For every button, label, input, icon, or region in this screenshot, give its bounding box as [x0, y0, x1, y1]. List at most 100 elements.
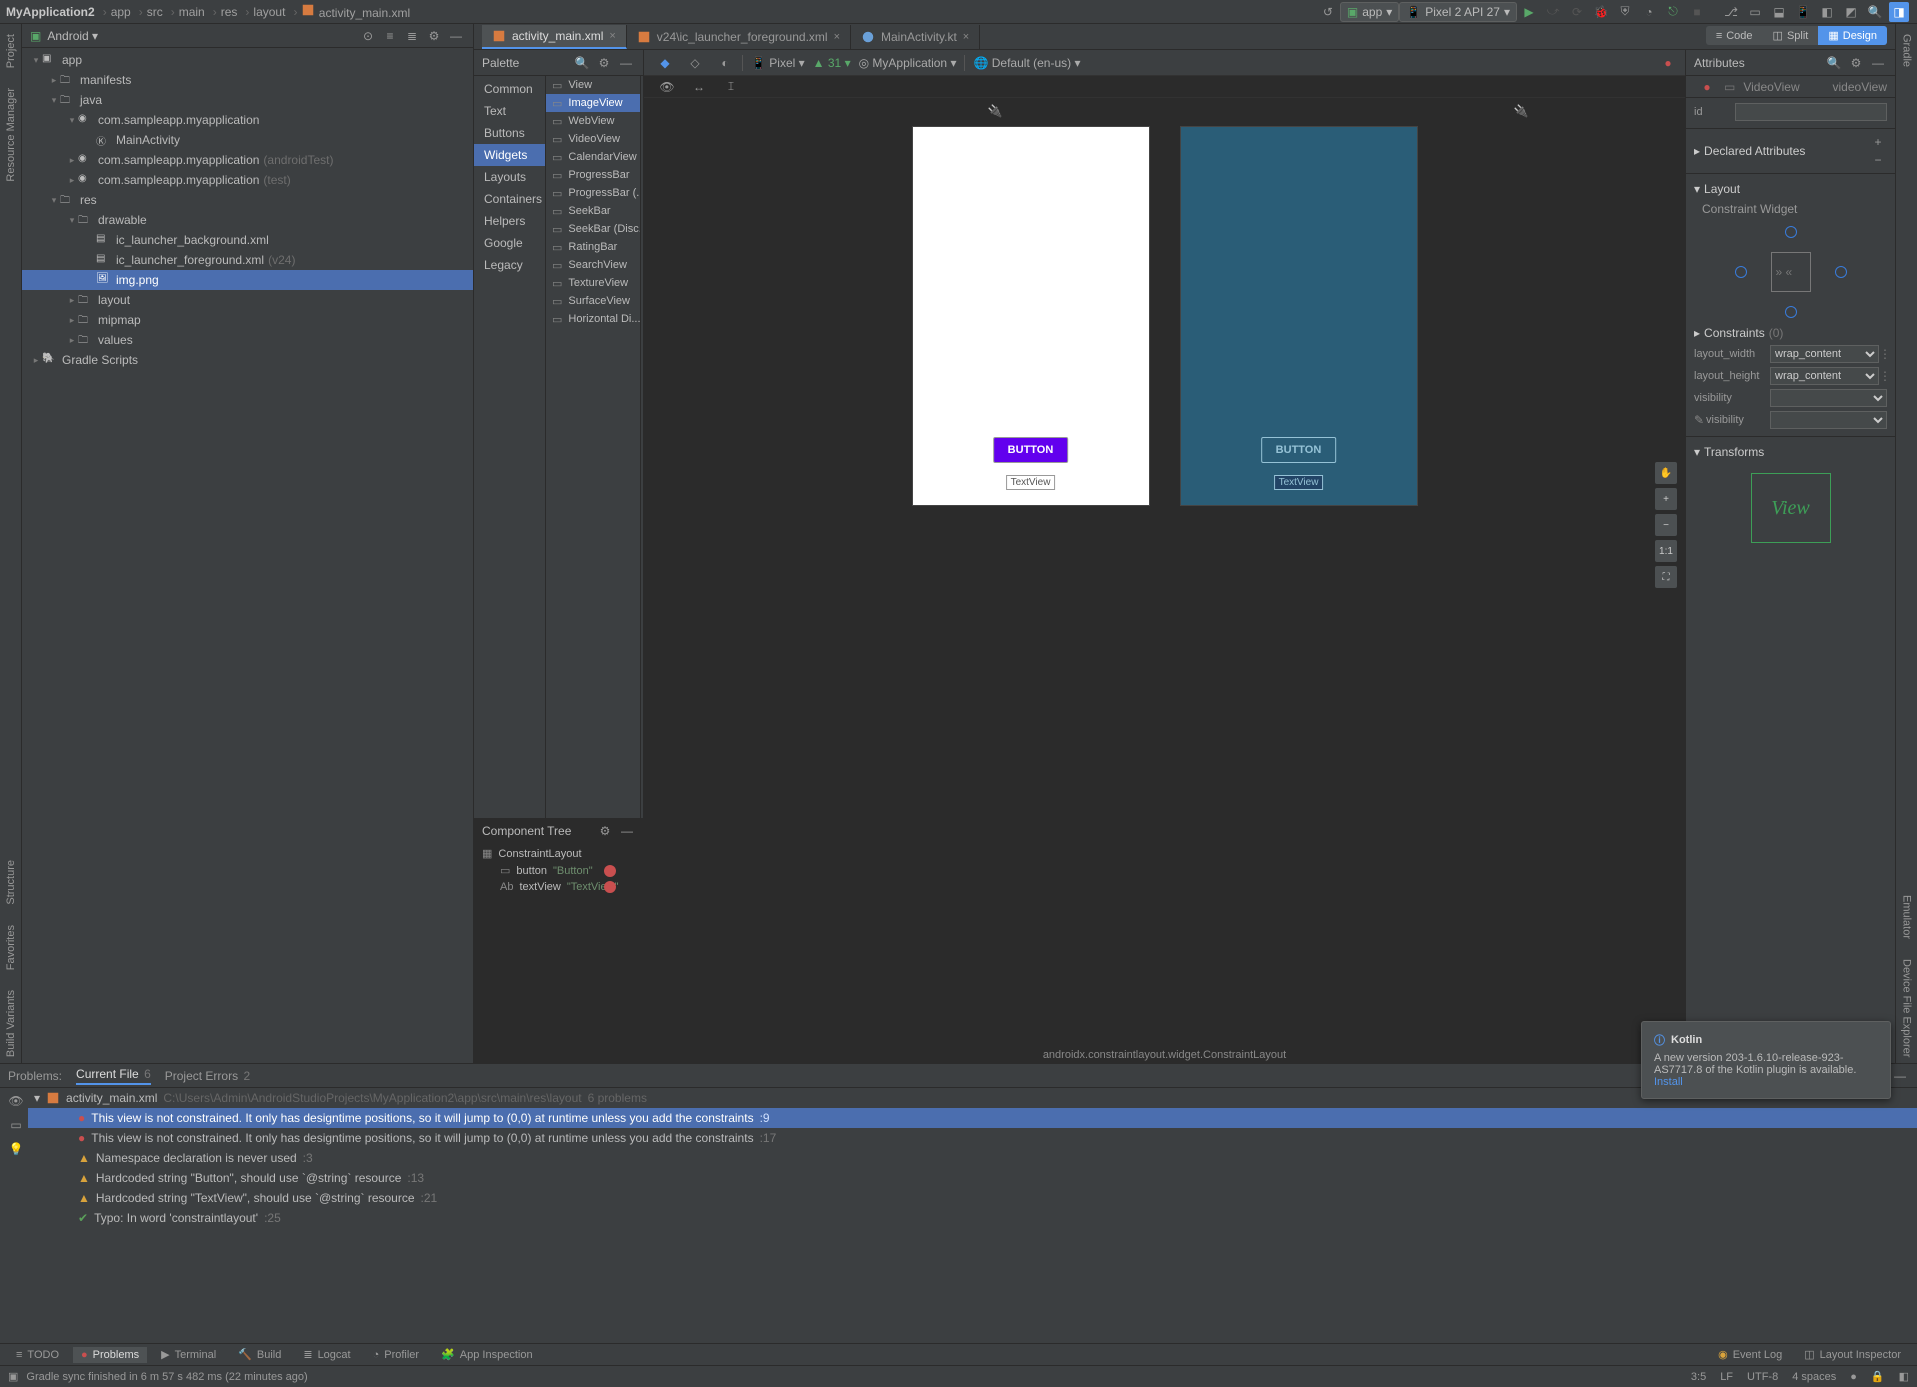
design-surface[interactable]: BUTTON TextView — [912, 126, 1150, 506]
preview-button[interactable]: BUTTON — [993, 437, 1069, 463]
problem-item[interactable]: ✔ Typo: In word 'constraintlayout' :25 — [28, 1208, 1917, 1228]
night-mode-icon[interactable]: ◐ — [716, 54, 734, 72]
palette-category[interactable]: Widgets — [474, 144, 545, 166]
palette-category[interactable]: Layouts — [474, 166, 545, 188]
problem-item[interactable]: ▲ Hardcoded string "Button", should use … — [28, 1168, 1917, 1188]
status-dot-icon[interactable]: ● — [1850, 1371, 1857, 1383]
breadcrumb-item[interactable]: layout — [253, 5, 285, 19]
palette-widget-item[interactable]: ▭ImageView — [546, 94, 640, 112]
palette-category[interactable]: Google — [474, 232, 545, 254]
project-tree-item[interactable]: ▸◉com.sampleapp.myapplication(test) — [22, 170, 473, 190]
theme-picker[interactable]: ◎ MyApplication ▾ — [859, 56, 957, 70]
eye-icon[interactable]: 👁 — [7, 1092, 25, 1110]
project-tree-item[interactable]: ▸🗀mipmap — [22, 310, 473, 330]
problems-tab[interactable]: ● Problems — [73, 1347, 147, 1363]
project-tool-window-tab[interactable]: Project — [3, 28, 19, 74]
device-select[interactable]: 📱Pixel 2 API 27 ▾ — [1399, 2, 1517, 22]
profiler-tab[interactable]: ◔ Profiler — [365, 1347, 428, 1363]
coverage-icon[interactable]: ⛨ — [1615, 2, 1635, 22]
attach-icon[interactable]: ⎋ — [1663, 2, 1683, 22]
palette-widget-item[interactable]: ▭SearchView — [546, 256, 640, 274]
palette-widget-item[interactable]: ▭SeekBar — [546, 202, 640, 220]
profiler-icon[interactable]: ◔ — [1639, 2, 1659, 22]
hide-icon[interactable]: — — [618, 822, 636, 840]
attr-select-visibility[interactable] — [1770, 389, 1887, 407]
editor-tab[interactable]: v24\ic_launcher_foreground.xml× — [627, 25, 851, 49]
palette-category[interactable]: Buttons — [474, 122, 545, 144]
app-inspection-tab[interactable]: 🧩 App Inspection — [433, 1346, 540, 1363]
preview-button-blueprint[interactable]: BUTTON — [1261, 437, 1337, 463]
pan-icon[interactable]: ↔ — [690, 78, 708, 96]
problem-item[interactable]: ● This view is not constrained. It only … — [28, 1108, 1917, 1128]
palette-widget-item[interactable]: ▭CalendarView — [546, 148, 640, 166]
resource-manager-icon[interactable]: ◧ — [1817, 2, 1837, 22]
structure-tab[interactable]: Structure — [3, 854, 19, 911]
eye-icon[interactable]: 👁 — [658, 78, 676, 96]
error-indicator-icon[interactable]: ● — [1698, 78, 1716, 96]
breadcrumb-item[interactable]: main — [179, 5, 205, 19]
device-picker[interactable]: 📱 Pixel ▾ — [751, 56, 805, 70]
debug-icon[interactable]: 🐞 — [1591, 2, 1611, 22]
view-mode-design[interactable]: ▦ Design — [1818, 26, 1887, 45]
project-tree-item[interactable]: ▾🗀drawable — [22, 210, 473, 230]
breadcrumb-item[interactable]: app — [111, 5, 131, 19]
close-icon[interactable]: × — [609, 30, 615, 42]
problem-item[interactable]: ▲ Namespace declaration is never used :3 — [28, 1148, 1917, 1168]
project-tree-item[interactable]: ▾◉com.sampleapp.myapplication — [22, 110, 473, 130]
gear-icon[interactable]: ⚙ — [595, 54, 613, 72]
emulator-tab[interactable]: Emulator — [1899, 889, 1915, 945]
project-tree-item[interactable]: ▾▣app — [22, 50, 473, 70]
palette-category[interactable]: Common — [474, 78, 545, 100]
breadcrumb-file[interactable]: activity_main.xml — [301, 3, 410, 20]
problems-tab-problems[interactable]: Problems: — [8, 1069, 62, 1083]
favorites-tab[interactable]: Favorites — [3, 919, 19, 976]
gear-icon[interactable]: ⚙ — [425, 27, 443, 45]
search-icon[interactable]: 🔍 — [573, 54, 591, 72]
breadcrumb-root[interactable]: MyApplication2 — [6, 5, 95, 19]
expand-all-icon[interactable]: ≡ — [381, 27, 399, 45]
project-tree-item[interactable]: ▤ic_launcher_foreground.xml(v24) — [22, 250, 473, 270]
avd-icon[interactable]: ▭ — [1745, 2, 1765, 22]
layout-inspector-tab[interactable]: ◫ Layout Inspector — [1796, 1346, 1909, 1363]
editor-tab[interactable]: activity_main.xml× — [482, 25, 627, 49]
section-layout[interactable]: ▾ Layout — [1694, 178, 1887, 200]
build-tab[interactable]: 🔨 Build — [230, 1346, 289, 1363]
status-line-ending[interactable]: LF — [1720, 1371, 1733, 1383]
status-indent[interactable]: 4 spaces — [1792, 1371, 1836, 1383]
status-readonly-icon[interactable]: 🔒 — [1871, 1370, 1885, 1383]
palette-widget-item[interactable]: ▭ProgressBar (... — [546, 184, 640, 202]
hide-icon[interactable]: — — [617, 54, 635, 72]
blueprint-surface[interactable]: BUTTON TextView — [1180, 126, 1418, 506]
section-transforms[interactable]: ▾ Transforms — [1694, 441, 1887, 463]
resource-manager-tab[interactable]: Resource Manager — [3, 82, 19, 188]
debug-skip-icon[interactable]: ⤻ — [1543, 2, 1563, 22]
project-tree-item[interactable]: ▸🗀layout — [22, 290, 473, 310]
palette-widget-item[interactable]: ▭TextureView — [546, 274, 640, 292]
breadcrumb-item[interactable]: src — [147, 5, 163, 19]
zoom-out-icon[interactable]: − — [1655, 514, 1677, 536]
layout-validation-icon[interactable]: ◩ — [1841, 2, 1861, 22]
build-variants-tab[interactable]: Build Variants — [3, 984, 19, 1063]
apply-changes-icon[interactable]: ⟳ — [1567, 2, 1587, 22]
collapse-all-icon[interactable]: ≣ — [403, 27, 421, 45]
project-tree-item[interactable]: ▸🗀manifests — [22, 70, 473, 90]
event-log-tab[interactable]: ◉ Event Log — [1710, 1346, 1790, 1363]
project-tree-item[interactable]: ⓀMainActivity — [22, 130, 473, 150]
gear-icon[interactable]: ⚙ — [596, 822, 614, 840]
component-tree-item[interactable]: ▦ConstraintLayout — [474, 845, 644, 862]
tip-icon[interactable]: 💡 — [7, 1140, 25, 1158]
problem-item[interactable]: ▲ Hardcoded string "TextView", should us… — [28, 1188, 1917, 1208]
breadcrumb-item[interactable]: res — [221, 5, 238, 19]
zoom-in-icon[interactable]: + — [1655, 488, 1677, 510]
error-badge-icon[interactable] — [604, 881, 616, 893]
error-badge-icon[interactable] — [604, 865, 616, 877]
project-view-select[interactable]: Android ▾ — [47, 29, 98, 43]
pan-tool-icon[interactable]: ✋ — [1655, 462, 1677, 484]
add-icon[interactable]: + — [1869, 133, 1887, 151]
status-position[interactable]: 3:5 — [1691, 1371, 1706, 1383]
palette-widget-item[interactable]: ▭SurfaceView — [546, 292, 640, 310]
component-tree-item[interactable]: AbtextView"TextView" — [474, 879, 644, 895]
problem-item[interactable]: ● This view is not constrained. It only … — [28, 1128, 1917, 1148]
project-tree-item[interactable]: ▸🗀values — [22, 330, 473, 350]
gear-icon[interactable]: ⚙ — [1847, 54, 1865, 72]
